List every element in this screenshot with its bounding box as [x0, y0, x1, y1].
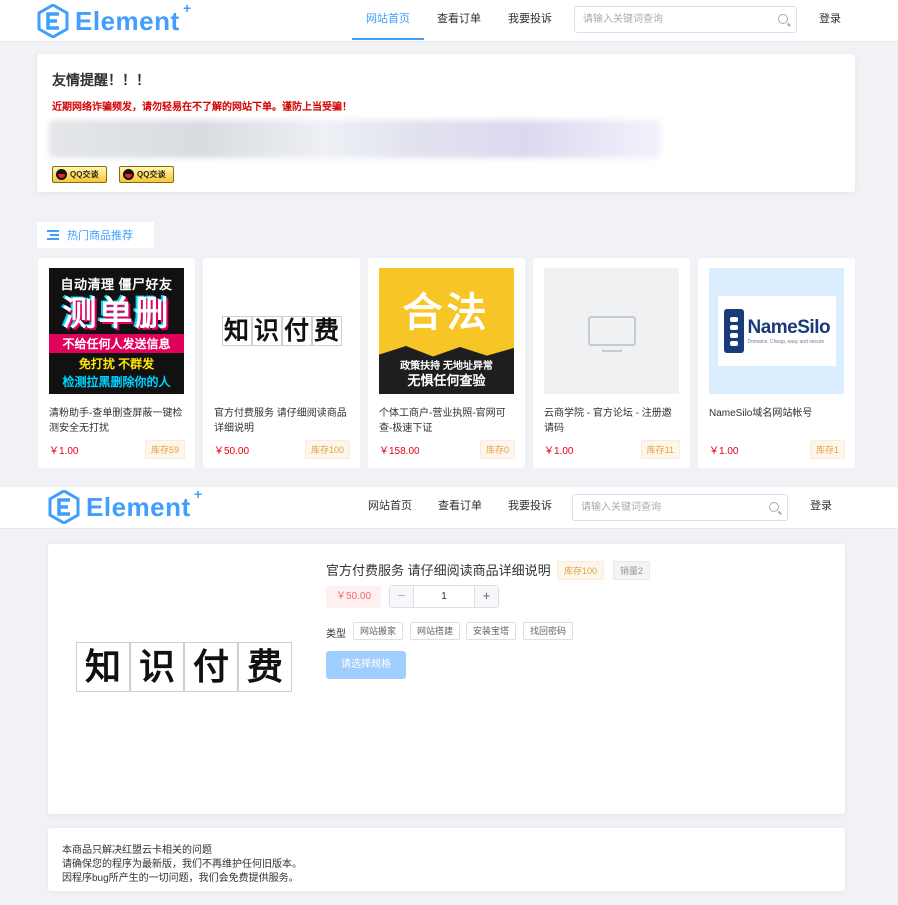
search-input[interactable] — [573, 495, 763, 520]
product-card[interactable]: 知 识 付 费 官方付费服务 请仔细阅读商品详细说明 ￥50.00 库存100 — [203, 258, 360, 468]
product-name: NameSilo域名网站帐号 — [709, 408, 813, 419]
info-line: 本商品只解决红盟云卡相关的问题 — [62, 845, 212, 856]
product-name: 清粉助手-查单删查屏蔽一键检测安全无打扰 — [49, 408, 183, 434]
quantity-input[interactable]: 1 — [414, 586, 474, 607]
stock-badge: 库存1 — [809, 440, 845, 459]
login-link[interactable]: 登录 — [819, 0, 841, 40]
search-box — [572, 494, 788, 521]
qq-penguin-icon — [123, 169, 134, 180]
product-image: 合法 政策扶持 无地址异常 无惧任何查验 — [379, 268, 514, 394]
search-icon[interactable] — [778, 14, 788, 24]
type-label: 类型 — [326, 629, 346, 640]
stock-badge: 库存100 — [557, 561, 605, 580]
product-detail-card: 知 识 付 费 官方付费服务 请仔细阅读商品详细说明 库存100 销量2 ￥50… — [48, 544, 845, 814]
option-install-bt[interactable]: 安装宝塔 — [466, 622, 517, 640]
element-logo-icon — [48, 490, 80, 524]
notice-warning: 近期网络诈骗频发，请勿轻易在不了解的网站下单。谨防上当受骗！ — [52, 102, 352, 113]
top-navbar: Element+ 网站首页 查看订单 我要投诉 登录 — [0, 0, 898, 42]
blurred-content — [49, 120, 661, 158]
select-spec-button[interactable]: 请选择规格 — [326, 651, 406, 679]
notice-card: 友情提醒！！！ 近期网络诈骗频发，请勿轻易在不了解的网站下单。谨防上当受骗！ Q… — [37, 54, 855, 192]
detail-image: 知 识 付 费 — [76, 642, 292, 692]
sales-badge: 销量2 — [613, 561, 651, 580]
qq-penguin-icon — [56, 169, 67, 180]
quantity-stepper: − 1 + — [389, 585, 499, 608]
element-logo-icon — [37, 4, 69, 38]
product-image: 知 识 付 费 — [214, 268, 349, 394]
product-name: 个体工商户-营业执照-官网可查-极速下证 — [379, 408, 506, 434]
brand-name: Element + — [86, 485, 203, 522]
decrease-button[interactable]: − — [390, 586, 414, 607]
search-box — [574, 6, 797, 33]
product-price: ￥158.00 — [379, 446, 420, 457]
hot-products-tab[interactable]: 热门商品推荐 — [37, 222, 154, 248]
product-image: NameSilo Domains. Cheap, easy and secure — [709, 268, 844, 394]
namesilo-logo-icon — [723, 309, 744, 353]
nav-orders[interactable]: 查看订单 — [430, 0, 488, 40]
product-price: ￥1.00 — [709, 446, 739, 457]
nav-home[interactable]: 网站首页 — [360, 487, 420, 527]
stock-badge: 库存0 — [479, 440, 515, 459]
detail-navbar: Element+ 网站首页 查看订单 我要投诉 登录 — [0, 485, 898, 529]
search-input[interactable] — [575, 7, 765, 32]
product-name: 官方付费服务 请仔细阅读商品详细说明 — [214, 408, 347, 434]
product-info-card: 本商品只解决红盟云卡相关的问题 请确保您的程序为最新版，我们不再维护任何旧版本。… — [48, 828, 845, 891]
notice-title: 友情提醒！！！ — [52, 72, 150, 88]
info-line: 因程序bug所产生的一切问题，我们会免费提供服务。 — [62, 873, 299, 884]
product-card[interactable]: 合法 政策扶持 无地址异常 无惧任何查验 个体工商户-营业执照-官网可查-极速下… — [368, 258, 525, 468]
product-card[interactable]: NameSilo Domains. Cheap, easy and secure… — [698, 258, 855, 468]
product-price: ￥50.00 — [214, 446, 250, 457]
nav-home[interactable]: 网站首页 — [352, 0, 424, 40]
brand-logo[interactable]: Element + — [48, 485, 203, 524]
stock-badge: 库存59 — [144, 440, 185, 459]
option-recover-password[interactable]: 找回密码 — [523, 622, 574, 640]
brand-name: Element + — [75, 0, 192, 36]
list-icon — [47, 230, 59, 240]
product-card[interactable]: 云商学院 - 官方论坛 - 注册邀请码 ￥1.00 库存11 — [533, 258, 690, 468]
product-card[interactable]: 自动清理 僵尸好友 测单删 不给任何人发送信息 免打扰 不群发 检测拉黑删除你的… — [38, 258, 195, 468]
qq-chat-button[interactable]: QQ交谈 — [52, 166, 107, 183]
stock-badge: 库存11 — [640, 440, 680, 459]
option-site-migration[interactable]: 网站搬家 — [353, 622, 404, 640]
monitor-icon — [587, 316, 636, 352]
qq-chat-button[interactable]: QQ交谈 — [119, 166, 174, 183]
product-price: ￥1.00 — [544, 446, 574, 457]
stock-badge: 库存100 — [304, 440, 350, 459]
search-icon[interactable] — [769, 502, 779, 512]
option-site-build[interactable]: 网站搭建 — [410, 622, 461, 640]
login-link[interactable]: 登录 — [810, 487, 832, 527]
nav-complaint[interactable]: 我要投诉 — [500, 0, 560, 40]
product-price: ￥1.00 — [49, 446, 79, 457]
product-image: 自动清理 僵尸好友 测单删 不给任何人发送信息 免打扰 不群发 检测拉黑删除你的… — [49, 268, 184, 394]
product-price: ￥50.00 — [326, 586, 381, 608]
product-image — [544, 268, 679, 394]
brand-logo[interactable]: Element + — [37, 0, 192, 38]
product-title: 官方付费服务 请仔细阅读商品详细说明 — [326, 563, 551, 578]
nav-orders[interactable]: 查看订单 — [430, 487, 490, 527]
product-name: 云商学院 - 官方论坛 - 注册邀请码 — [544, 408, 672, 434]
info-line: 请确保您的程序为最新版，我们不再维护任何旧版本。 — [62, 859, 302, 870]
nav-complaint[interactable]: 我要投诉 — [500, 487, 560, 527]
increase-button[interactable]: + — [474, 586, 498, 607]
